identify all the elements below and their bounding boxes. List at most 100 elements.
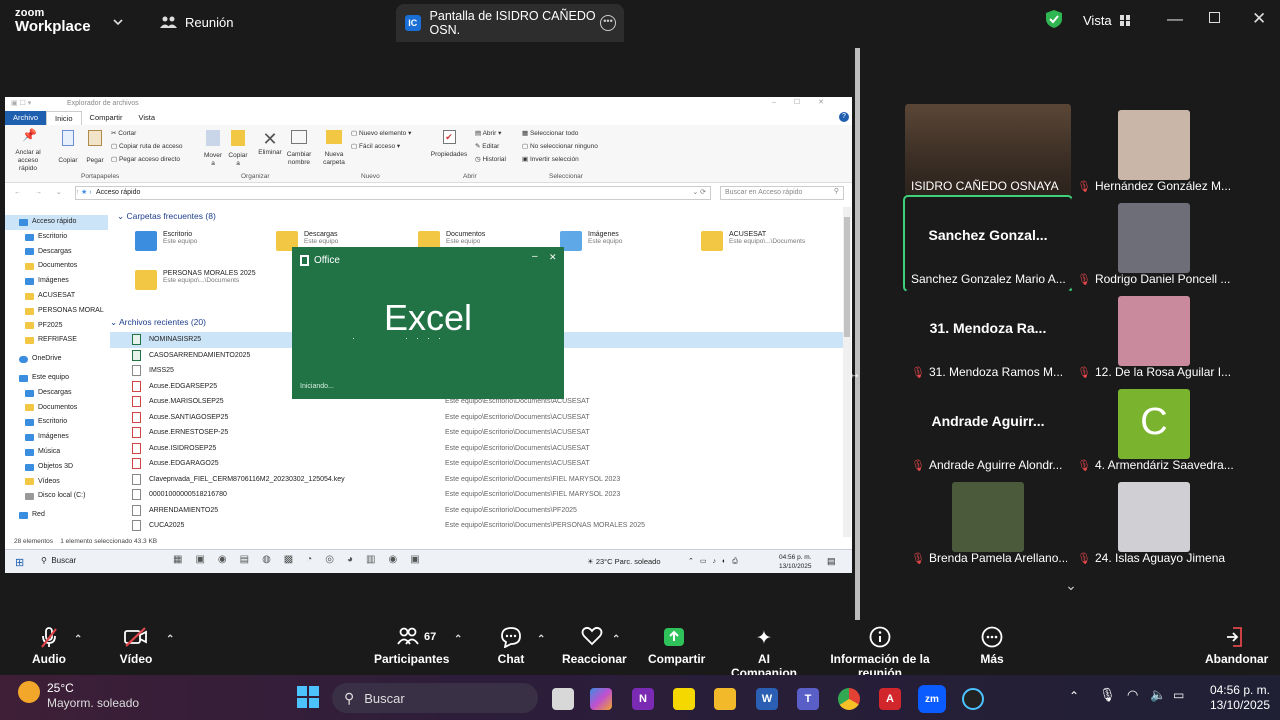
help-icon[interactable]: ? (839, 112, 849, 122)
share-screen-button[interactable]: Compartir (648, 626, 705, 672)
vertical-scrollbar[interactable] (843, 207, 851, 537)
nav-item[interactable]: OneDrive (5, 352, 108, 367)
copy-path-button[interactable]: ▢ Copiar ruta de acceso (111, 140, 183, 153)
easy-access-button[interactable]: ▢ Fácil acceso ▾ (351, 140, 411, 153)
splash-minimize-icon[interactable]: – (532, 251, 538, 262)
audio-button[interactable]: Audio ⌃ (30, 626, 82, 672)
nav-item[interactable]: Acceso rápido (5, 215, 108, 230)
recent-file-row[interactable]: Acuse.ERNESTOSEP-25 Este equipo\Escritori… (110, 425, 845, 441)
nav-item[interactable]: Red (5, 508, 108, 523)
remote-start-icon[interactable]: ⊞ (15, 556, 24, 569)
recent-file-row[interactable]: Claveprivada_FIEL_CERM8706116M2_20230302… (110, 472, 845, 488)
recent-file-row[interactable]: ARRENDAMIENTO25 Este equipo\Escritorio\Do… (110, 503, 845, 519)
paste-button[interactable]: Pegar (84, 130, 106, 167)
app-menu-chevron-icon[interactable] (113, 10, 123, 34)
nav-item[interactable]: Descargas (5, 386, 108, 401)
taskbar-search[interactable]: ⚲ Buscar (332, 683, 538, 713)
address-bar[interactable]: ★ › Acceso rápido ⌄ ⟳ (75, 186, 711, 200)
cut-button[interactable]: ✂ Cortar (111, 127, 183, 140)
nav-item[interactable]: Vídeos (5, 475, 108, 490)
onenote-icon[interactable]: N (632, 688, 654, 710)
frequent-folder[interactable]: Imágenes Este equipo (560, 231, 705, 267)
nav-item[interactable]: Música (5, 445, 108, 460)
chat-options-chevron-icon[interactable]: ⌃ (537, 634, 545, 645)
new-folder-button[interactable]: Nueva carpeta (321, 130, 347, 167)
remote-notification-icon[interactable]: ▤ (827, 556, 836, 567)
scroll-down-chevron-icon[interactable]: ⌄ (1036, 577, 1106, 597)
splash-close-icon[interactable]: ✕ (549, 252, 557, 263)
taskview-app-icon[interactable] (552, 688, 574, 710)
copy-button[interactable]: Copiar (57, 130, 79, 167)
frequent-folder[interactable]: Escritorio Este equipo (135, 231, 280, 267)
react-options-chevron-icon[interactable]: ⌃ (612, 634, 620, 645)
wifi-icon[interactable]: ◠ (1127, 687, 1138, 703)
minimize-icon[interactable]: — (1167, 11, 1183, 29)
participant-tile[interactable]: Sanchez Gonzal... Sanchez Gonzalez Mario … (903, 195, 1073, 292)
weather-widget[interactable]: 25°C Mayorm. soleado (18, 681, 139, 711)
nav-item[interactable]: Documentos (5, 401, 108, 416)
move-to-button[interactable]: Mover a (203, 130, 223, 168)
participant-tile[interactable]: ISIDRO CAÑEDO OSNAYA (905, 104, 1071, 197)
invert-selection-button[interactable]: ▣ Invertir selección (522, 153, 598, 166)
nav-item[interactable]: Descargas (5, 245, 108, 260)
history-button[interactable]: ◷ Historial (475, 153, 506, 166)
nav-item[interactable]: Escritorio (5, 415, 108, 430)
nav-item[interactable]: Imágenes (5, 430, 108, 445)
copy-to-button[interactable]: Copiar a (227, 130, 249, 168)
explorer-window-controls[interactable]: –☐✕ (772, 98, 842, 106)
video-options-chevron-icon[interactable]: ⌃ (166, 634, 174, 645)
sticky-notes-icon[interactable] (673, 688, 695, 710)
nav-item[interactable]: Escritorio (5, 230, 108, 245)
clock[interactable]: 04:56 p. m. 13/10/2025 (1200, 683, 1270, 713)
more-button[interactable]: Más (978, 626, 1006, 672)
leave-button[interactable]: Abandonar (1205, 626, 1268, 672)
participant-tile[interactable]: 🎙 Hernández González M... (1071, 104, 1237, 197)
tab-vista[interactable]: Vista (130, 111, 163, 125)
participant-tile[interactable]: 🎙 24. Islas Aguayo Jimena (1071, 476, 1237, 569)
participant-tile[interactable]: 🎙 Brenda Pamela Arellano... (905, 476, 1071, 569)
recent-file-row[interactable]: Acuse.ISIDROSEP25 Este equipo\Escritorio\… (110, 441, 845, 457)
maximize-icon[interactable] (1209, 12, 1220, 23)
participants-button[interactable]: Participantes 67 ⌃ (374, 626, 462, 672)
open-button[interactable]: ▤ Abrir ▾ (475, 127, 506, 140)
copilot-icon[interactable] (590, 688, 612, 710)
frequent-folders-heading[interactable]: ⌄ Carpetas frecuentes (8) (117, 211, 216, 222)
ai-companion-button[interactable]: ✦ AI Companion (726, 626, 802, 680)
new-item-button[interactable]: ▢ Nuevo elemento ▾ (351, 127, 411, 140)
select-all-button[interactable]: ▦ Seleccionar todo (522, 127, 598, 140)
shared-desktop[interactable]: Explorador de archivos ▣ ☐ ▾ –☐✕ Archivo… (5, 97, 852, 573)
acrobat-icon[interactable]: A (879, 688, 901, 710)
chrome-icon[interactable] (838, 688, 860, 710)
nav-item[interactable]: REFRIFASE (5, 333, 108, 348)
remote-clock[interactable]: 04:56 p. m. 13/10/2025 (779, 553, 812, 571)
teams-icon[interactable]: T (797, 688, 819, 710)
select-none-button[interactable]: ▢ No seleccionar ninguno (522, 140, 598, 153)
meeting-menu-button[interactable]: Reunión (160, 10, 233, 34)
participant-tile[interactable]: 🎙 Rodrigo Daniel Poncell ... (1071, 197, 1237, 290)
pin-quick-access-button[interactable]: 📌 Anclar al acceso rápido (11, 129, 45, 173)
recent-file-row[interactable]: Acuse.EDGARAGO25 Este equipo\Escritorio\D… (110, 456, 845, 472)
recent-file-row[interactable]: CUCA2025 Este equipo\Escritorio\Documents… (110, 518, 845, 534)
nav-item[interactable]: Objetos 3D (5, 460, 108, 475)
participant-tile[interactable]: 31. Mendoza Ra... 🎙 31. Mendoza Ramos M... (905, 290, 1071, 383)
chat-button[interactable]: Chat ⌃ (494, 626, 545, 672)
remote-search-box[interactable]: ⚲ Buscar (41, 556, 76, 565)
nav-item[interactable]: Documentos (5, 259, 108, 274)
nav-item[interactable]: Este equipo (5, 371, 108, 386)
remote-tray[interactable]: ⌃▭♪◐⎙ (688, 557, 744, 566)
word-icon[interactable]: W (756, 688, 778, 710)
video-button[interactable]: Vídeo ⌃ (118, 626, 174, 672)
remote-app-icons[interactable]: ▦▣◉▤◍▩◔◎◕▥◉▣ (173, 554, 433, 565)
recent-file-row[interactable]: 00001000000518216780 Este equipo\Escritor… (110, 487, 845, 503)
obs-icon[interactable] (962, 688, 984, 710)
react-button[interactable]: Reaccionar ⌃ (562, 626, 627, 672)
share-tab[interactable]: IC Pantalla de ISIDRO CAÑEDO OSN. ••• (396, 4, 624, 42)
view-button[interactable]: Vista (1083, 8, 1130, 32)
tab-archivo[interactable]: Archivo (5, 111, 47, 125)
rename-button[interactable]: Cambiar nombre (286, 130, 312, 167)
volume-icon[interactable]: 🔈 (1150, 687, 1166, 703)
security-shield-icon[interactable] (1046, 10, 1062, 28)
remote-weather[interactable]: ☀ 23°C Parc. soleado (587, 557, 661, 566)
properties-button[interactable]: ✔ Propiedades (429, 130, 469, 161)
nav-item[interactable]: Imágenes (5, 274, 108, 289)
